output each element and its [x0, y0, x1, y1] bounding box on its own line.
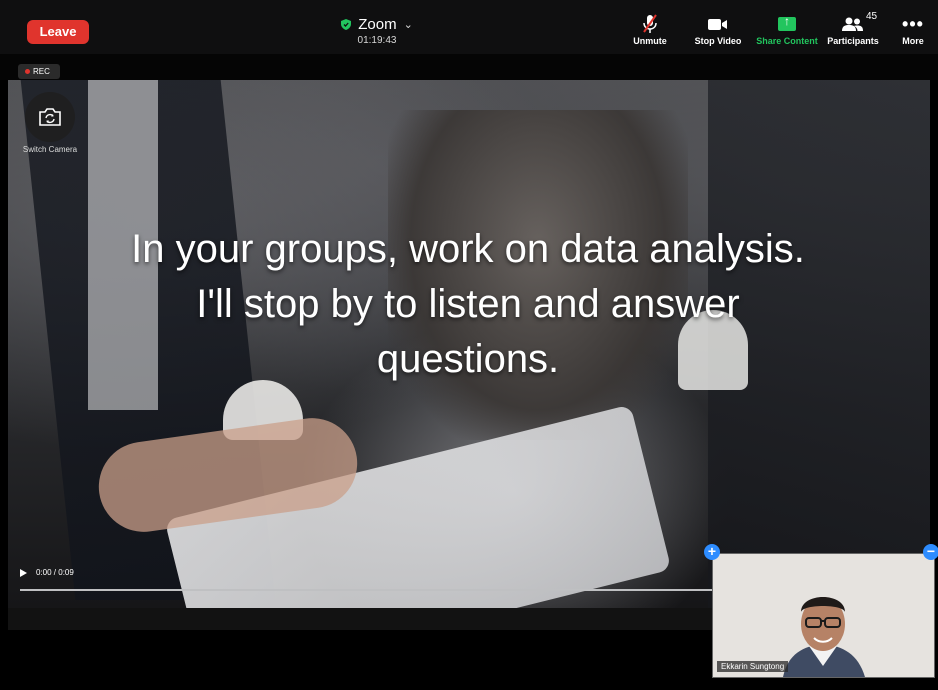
caption-line: In your groups, work on data analysis.	[131, 227, 805, 271]
record-dot-icon	[25, 69, 30, 75]
unmute-button[interactable]: Unmute	[630, 13, 670, 46]
caption-line: questions.	[376, 337, 560, 381]
participant-name: Ekkarin Sungtong	[717, 661, 789, 672]
play-icon[interactable]	[20, 568, 27, 577]
chevron-down-icon: ⌄	[403, 19, 413, 31]
share-screen-icon	[778, 14, 796, 31]
participants-count: 45	[866, 11, 878, 22]
stop-video-label: Stop Video	[694, 36, 742, 46]
rec-label: REC	[33, 67, 50, 76]
app-title: Zoom	[358, 16, 397, 33]
more-label: More	[902, 36, 924, 46]
caption-line: I'll stop by to listen and answer	[196, 282, 740, 326]
switch-camera-button[interactable]	[25, 92, 75, 142]
camera-switch-icon	[39, 108, 61, 126]
video-camera-icon	[708, 18, 727, 30]
share-content-label: Share Content	[756, 36, 818, 46]
participant-avatar	[713, 554, 934, 677]
participants-label: Participants	[827, 36, 879, 46]
shield-check-icon	[341, 19, 352, 30]
participants-button[interactable]: 45 Participants	[824, 11, 882, 46]
meeting-toolbar: Leave Zoom ⌄ 01:19:43 Unmute Stop Video …	[0, 0, 938, 54]
video-progress-bar[interactable]	[20, 589, 720, 591]
stage-top-strip	[0, 54, 938, 80]
share-content-button[interactable]: Share Content	[754, 13, 820, 46]
unmute-label: Unmute	[633, 36, 667, 46]
video-player-controls: 0:00 / 0:09	[20, 568, 74, 577]
leave-button[interactable]: Leave	[27, 20, 89, 44]
switch-camera-label: Switch Camera	[22, 145, 78, 154]
recording-badge: REC	[18, 64, 60, 79]
expand-view-icon[interactable]: +	[704, 544, 720, 560]
stop-video-button[interactable]: Stop Video	[692, 13, 744, 46]
video-time: 0:00 / 0:09	[36, 568, 74, 577]
minimize-view-icon[interactable]: −	[923, 544, 938, 560]
participants-icon	[842, 17, 863, 31]
video-caption: In your groups, work on data analysis. I…	[18, 222, 918, 387]
meeting-title[interactable]: Zoom ⌄ 01:19:43	[322, 16, 432, 46]
self-view-tile[interactable]: Ekkarin Sungtong	[712, 553, 935, 678]
more-button[interactable]: ••• More	[896, 13, 930, 47]
meeting-timer: 01:19:43	[357, 35, 397, 46]
more-dots-icon: •••	[902, 13, 924, 34]
mic-muted-icon	[643, 14, 657, 33]
